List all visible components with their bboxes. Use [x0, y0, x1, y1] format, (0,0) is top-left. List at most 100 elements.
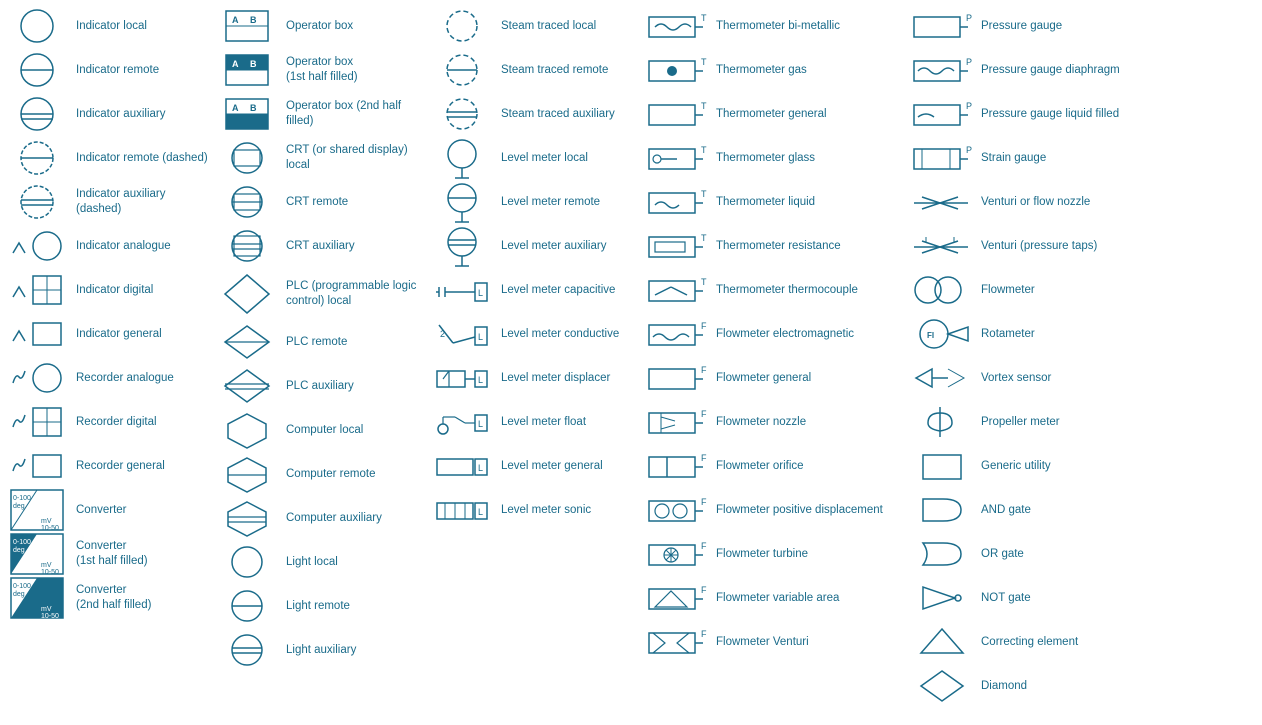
- svg-text:T: T: [701, 277, 707, 287]
- plc-local-label: PLC (programmable logiccontrol) local: [286, 279, 416, 309]
- level-meter-general-item: L Level meter general: [427, 444, 642, 488]
- thermo-liquid-item: T Thermometer liquid: [642, 180, 907, 224]
- not-gate-symbol: [911, 579, 973, 617]
- thermo-thermocouple-item: T Thermometer thermocouple: [642, 268, 907, 312]
- svg-text:0-100: 0-100: [13, 495, 31, 502]
- diamond-symbol: [911, 667, 973, 705]
- svg-text:T: T: [701, 145, 707, 155]
- flowmeter-venturi-label: Flowmeter Venturi: [716, 635, 809, 650]
- computer-remote-symbol: [216, 455, 278, 493]
- operator-box-2nd-item: A B Operator box (2nd half filled): [212, 92, 427, 136]
- operator-box-item: A B Operator box: [212, 4, 427, 48]
- rotameter-label: Rotameter: [981, 327, 1035, 342]
- steam-traced-auxiliary-label: Steam traced auxiliary: [501, 107, 615, 122]
- indicator-auxiliary-dashed-label: Indicator auxiliary(dashed): [76, 187, 165, 217]
- indicator-auxiliary-dashed-item: Indicator auxiliary(dashed): [2, 180, 212, 224]
- svg-text:mV: mV: [41, 562, 52, 569]
- flowmeter-turbine-label: Flowmeter turbine: [716, 547, 808, 562]
- svg-text:deg: deg: [13, 503, 25, 510]
- strain-gauge-item: P Strain gauge: [907, 136, 1167, 180]
- light-local-item: Light local: [212, 540, 427, 584]
- indicator-general-item: Indicator general: [2, 312, 212, 356]
- converter-1st-label: Converter(1st half filled): [76, 539, 148, 569]
- flowmeter-venturi-item: F Flowmeter Venturi: [642, 620, 907, 664]
- svg-text:10-50: 10-50: [41, 525, 59, 532]
- or-gate-label: OR gate: [981, 547, 1024, 562]
- level-meter-displacer-symbol: L: [431, 359, 493, 397]
- correcting-element-item: Correcting element: [907, 620, 1167, 664]
- thermo-thermocouple-symbol: T: [646, 271, 708, 309]
- svg-text:deg: deg: [13, 591, 25, 598]
- computer-local-label: Computer local: [286, 423, 363, 438]
- svg-text:0-100: 0-100: [13, 539, 31, 546]
- flowmeter-posdisp-symbol: F: [646, 491, 708, 529]
- rotameter-symbol: FI: [911, 315, 973, 353]
- svg-text:FI: FI: [927, 331, 934, 340]
- operator-box-symbol: A B: [216, 7, 278, 45]
- flowmeter-orifice-symbol: F: [646, 447, 708, 485]
- flowmeter-general-label: Flowmeter general: [716, 371, 811, 386]
- level-meter-remote-label: Level meter remote: [501, 195, 600, 210]
- pressure-gauge-liquid-symbol: P: [911, 95, 973, 133]
- strain-gauge-label: Strain gauge: [981, 151, 1046, 166]
- svg-text:T: T: [701, 57, 707, 67]
- light-local-label: Light local: [286, 555, 338, 570]
- svg-text:T: T: [701, 101, 707, 111]
- svg-text:B: B: [250, 103, 257, 113]
- svg-text:10-50: 10-50: [41, 613, 59, 620]
- flowmeter-orifice-label: Flowmeter orifice: [716, 459, 804, 474]
- computer-auxiliary-symbol: [216, 499, 278, 537]
- level-meter-capacitive-symbol: L: [431, 271, 493, 309]
- computer-remote-label: Computer remote: [286, 467, 375, 482]
- flowmeter-posdisp-label: Flowmeter positive displacement: [716, 503, 883, 518]
- propeller-meter-symbol: [911, 403, 973, 441]
- flowmeter-vararea-symbol: F: [646, 579, 708, 617]
- indicator-auxiliary-label: Indicator auxiliary: [76, 107, 165, 122]
- indicator-local-symbol: [6, 7, 68, 45]
- flowmeter-vararea-label: Flowmeter variable area: [716, 591, 839, 606]
- indicator-general-symbol: [6, 315, 68, 353]
- converter-2nd-symbol: 0-100 deg mV 10-50: [6, 579, 68, 617]
- not-gate-item: NOT gate: [907, 576, 1167, 620]
- thermo-general-symbol: T: [646, 95, 708, 133]
- light-auxiliary-label: Light auxiliary: [286, 643, 356, 658]
- indicator-remote-label: Indicator remote: [76, 63, 159, 78]
- level-meter-general-label: Level meter general: [501, 459, 603, 474]
- svg-text:mV: mV: [41, 606, 52, 613]
- svg-text:B: B: [250, 59, 257, 69]
- crt-remote-label: CRT remote: [286, 195, 348, 210]
- operator-box-2nd-label: Operator box (2nd half filled): [286, 99, 423, 129]
- propeller-meter-item: Propeller meter: [907, 400, 1167, 444]
- converter-1st-item: 0-100 deg mV 10-50 Converter(1st half fi…: [2, 532, 212, 576]
- level-meter-float-item: L Level meter float: [427, 400, 642, 444]
- plc-auxiliary-item: PLC auxiliary: [212, 364, 427, 408]
- level-meter-sonic-label: Level meter sonic: [501, 503, 591, 518]
- venturi-flow-nozzle-label: Venturi or flow nozzle: [981, 195, 1090, 210]
- steam-traced-remote-label: Steam traced remote: [501, 63, 608, 78]
- or-gate-symbol: [911, 535, 973, 573]
- or-gate-item: OR gate: [907, 532, 1167, 576]
- indicator-auxiliary-symbol: [6, 95, 68, 133]
- flowmeter-posdisp-item: F Flowmeter positive displacement: [642, 488, 907, 532]
- thermo-bimetallic-label: Thermometer bi-metallic: [716, 19, 840, 34]
- light-remote-symbol: [216, 587, 278, 625]
- computer-auxiliary-item: Computer auxiliary: [212, 496, 427, 540]
- thermo-gas-label: Thermometer gas: [716, 63, 807, 78]
- recorder-analogue-label: Recorder analogue: [76, 371, 174, 386]
- thermo-glass-symbol: T: [646, 139, 708, 177]
- flowmeter-venturi-symbol: F: [646, 623, 708, 661]
- recorder-analogue-item: Recorder analogue: [2, 356, 212, 400]
- thermo-gas-symbol: T: [646, 51, 708, 89]
- pressure-gauge-diaphragm-label: Pressure gauge diaphragm: [981, 63, 1120, 78]
- venturi-flow-nozzle-item: Venturi or flow nozzle: [907, 180, 1167, 224]
- venturi-pressure-taps-item: Venturi (pressure taps): [907, 224, 1167, 268]
- svg-text:F: F: [701, 629, 707, 639]
- level-meter-conductive-symbol: 2 L: [431, 315, 493, 353]
- crt-auxiliary-symbol: [216, 227, 278, 265]
- and-gate-symbol: [911, 491, 973, 529]
- venturi-pressure-taps-symbol: [911, 227, 973, 265]
- svg-text:A: A: [232, 59, 239, 69]
- indicator-analogue-symbol: [6, 227, 68, 265]
- rotameter-item: FI Rotameter: [907, 312, 1167, 356]
- svg-text:P: P: [966, 13, 972, 23]
